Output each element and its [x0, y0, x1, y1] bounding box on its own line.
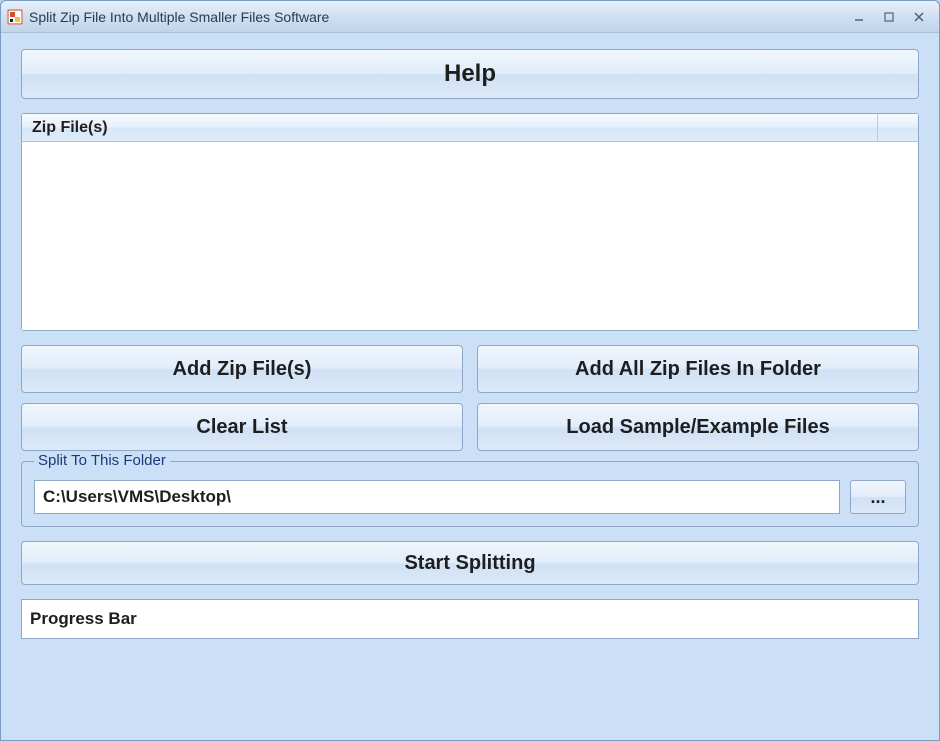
add-zip-button[interactable]: Add Zip File(s)	[21, 345, 463, 393]
client-area: Help Zip File(s) Add Zip File(s) Add All…	[1, 33, 939, 740]
column-header-zipfiles[interactable]: Zip File(s)	[22, 114, 878, 141]
add-all-folder-button[interactable]: Add All Zip Files In Folder	[477, 345, 919, 393]
window-controls	[845, 7, 933, 27]
app-window: Split Zip File Into Multiple Smaller Fil…	[0, 0, 940, 741]
output-folder-group: Split To This Folder ...	[21, 461, 919, 527]
progress-label: Progress Bar	[30, 609, 137, 629]
help-button[interactable]: Help	[21, 49, 919, 99]
column-header-spacer	[878, 114, 918, 141]
action-buttons: Add Zip File(s) Add All Zip Files In Fol…	[21, 345, 919, 451]
app-icon	[7, 9, 23, 25]
minimize-button[interactable]	[845, 7, 873, 27]
maximize-button[interactable]	[875, 7, 903, 27]
titlebar: Split Zip File Into Multiple Smaller Fil…	[1, 1, 939, 33]
window-title: Split Zip File Into Multiple Smaller Fil…	[29, 9, 845, 25]
clear-list-button[interactable]: Clear List	[21, 403, 463, 451]
load-sample-button[interactable]: Load Sample/Example Files	[477, 403, 919, 451]
close-button[interactable]	[905, 7, 933, 27]
file-list[interactable]: Zip File(s)	[21, 113, 919, 331]
progress-bar: Progress Bar	[21, 599, 919, 639]
output-folder-group-title: Split To This Folder	[34, 452, 170, 469]
start-splitting-button[interactable]: Start Splitting	[21, 541, 919, 585]
browse-button[interactable]: ...	[850, 480, 906, 514]
output-path-input[interactable]	[34, 480, 840, 514]
file-list-header: Zip File(s)	[22, 114, 918, 142]
output-path-row: ...	[34, 480, 906, 514]
file-list-body[interactable]	[22, 142, 918, 330]
